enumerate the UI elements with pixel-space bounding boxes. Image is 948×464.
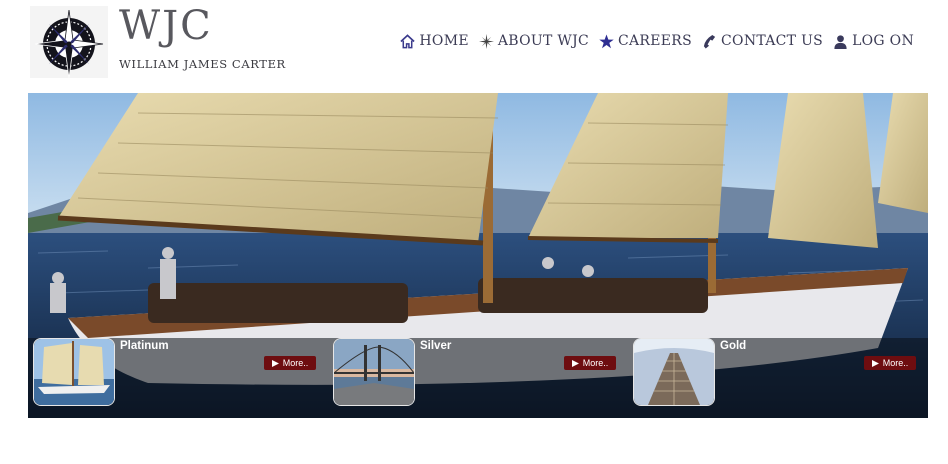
- nav-about-label: ABOUT WJC: [497, 33, 589, 49]
- slide-title-gold: Gold: [720, 340, 747, 352]
- hero-banner: Platinum More.. Silver More.. Gold More.…: [28, 93, 928, 418]
- phone-icon: [703, 34, 716, 49]
- nav-careers-label: CAREERS: [618, 33, 693, 49]
- sailboat-thumbnail[interactable]: [33, 338, 115, 406]
- nav-home[interactable]: HOME: [400, 33, 469, 49]
- bridge-thumbnail[interactable]: [333, 338, 415, 406]
- star-icon: [599, 33, 614, 48]
- more-button-platinum[interactable]: More..: [264, 356, 316, 370]
- more-button-label: More..: [582, 358, 609, 368]
- nav-logon-label: LOG ON: [852, 33, 914, 49]
- nav-contact-label: CONTACT US: [721, 33, 824, 49]
- nav-logon[interactable]: LOG ON: [833, 33, 914, 49]
- slide-platinum: Platinum More..: [28, 338, 328, 418]
- slide-gold: Gold More..: [628, 338, 928, 418]
- home-icon: [400, 33, 416, 48]
- brand-title: WJC: [119, 3, 213, 49]
- compass-rose-logo[interactable]: [30, 6, 108, 78]
- skyscraper-thumbnail[interactable]: [633, 338, 715, 406]
- more-button-label: More..: [882, 358, 909, 368]
- more-button-gold[interactable]: More..: [864, 356, 916, 370]
- compass-star-icon: [478, 33, 494, 49]
- nav-contact[interactable]: CONTACT US: [702, 33, 823, 49]
- play-icon: [271, 359, 279, 367]
- user-icon: [834, 34, 847, 49]
- slide-title-platinum: Platinum: [120, 340, 169, 352]
- more-button-silver[interactable]: More..: [564, 356, 616, 370]
- nav-about[interactable]: ABOUT WJC: [478, 33, 589, 49]
- slide-title-silver: Silver: [420, 340, 452, 352]
- play-icon: [871, 359, 879, 367]
- nav-careers[interactable]: CAREERS: [599, 33, 692, 49]
- brand-subtitle: WILLIAM JAMES CARTER: [119, 57, 286, 71]
- play-icon: [571, 359, 579, 367]
- main-nav: HOME ABOUT WJC CAREERS CONTACT US LOG ON: [400, 33, 914, 49]
- more-button-label: More..: [282, 358, 309, 368]
- nav-home-label: HOME: [419, 33, 469, 49]
- slide-silver: Silver More..: [328, 338, 628, 418]
